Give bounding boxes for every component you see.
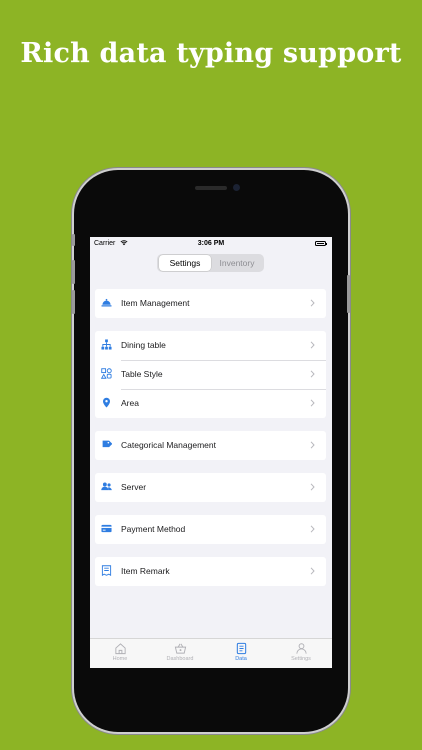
people-icon <box>101 481 112 492</box>
home-icon <box>114 643 126 655</box>
shapes-icon <box>101 368 112 379</box>
tab-dashboard[interactable]: Dashboard <box>150 642 210 662</box>
settings-group: Server <box>95 473 326 502</box>
chevron-right-icon <box>310 483 315 491</box>
settings-group: Categorical Management <box>95 431 326 460</box>
tab-label: Settings <box>291 656 311 662</box>
row-item-management[interactable]: Item Management <box>95 289 326 318</box>
row-label: Categorical Management <box>121 440 216 450</box>
phone-power-button <box>347 275 350 313</box>
tab-label: Home <box>112 656 128 662</box>
chevron-right-icon <box>310 567 315 575</box>
headline: Rich data typing support <box>20 38 402 69</box>
settings-group: Item Remark <box>95 557 326 586</box>
row-label: Dining table <box>121 340 166 350</box>
chevron-right-icon <box>310 525 315 533</box>
tab-bar: Home Dashboard Data Settings <box>90 638 332 668</box>
tab-label: Dashboard <box>166 656 194 662</box>
tags-icon <box>101 439 112 450</box>
row-item-remark[interactable]: Item Remark <box>95 557 326 586</box>
row-label: Item Remark <box>121 566 170 576</box>
document-icon <box>236 642 246 655</box>
settings-group: Payment Method <box>95 515 326 544</box>
status-time: 3:06 PM <box>197 240 225 247</box>
chevron-right-icon <box>310 341 315 349</box>
row-categorical-management[interactable]: Categorical Management <box>95 431 326 460</box>
person-icon <box>295 643 307 654</box>
tab-data[interactable]: Data <box>211 642 271 662</box>
chevron-right-icon <box>310 399 315 407</box>
phone-silent-switch <box>72 234 75 246</box>
settings-group: Item Management <box>95 289 326 318</box>
row-area[interactable]: Area <box>95 389 326 418</box>
row-label: Item Management <box>121 298 190 308</box>
app-screen: Carrier 3:06 PM Settings Inventory Item … <box>90 237 332 668</box>
chevron-right-icon <box>310 299 315 307</box>
segment-settings[interactable]: Settings <box>159 255 211 271</box>
credit-card-icon <box>101 523 112 534</box>
row-table-style[interactable]: Table Style <box>95 360 326 389</box>
basket-icon <box>174 643 186 654</box>
chevron-right-icon <box>310 441 315 449</box>
row-label: Table Style <box>121 369 163 379</box>
hierarchy-icon <box>101 339 112 350</box>
row-label: Payment Method <box>121 524 186 534</box>
chevron-right-icon <box>310 370 315 378</box>
row-label: Server <box>121 482 147 492</box>
tab-label: Data <box>235 656 247 662</box>
location-pin-icon <box>101 397 112 408</box>
tab-home[interactable]: Home <box>90 642 150 662</box>
phone-speaker <box>195 186 227 190</box>
row-label: Area <box>121 398 139 408</box>
battery-icon <box>315 241 327 246</box>
phone-volume-up <box>72 260 75 284</box>
tab-settings[interactable]: Settings <box>271 642 331 662</box>
segment-inventory[interactable]: Inventory <box>211 255 263 271</box>
phone-volume-down <box>72 290 75 314</box>
row-server[interactable]: Server <box>95 473 326 502</box>
phone-camera <box>233 184 240 191</box>
dish-cover-icon <box>101 297 112 308</box>
segmented-control: Settings Inventory <box>157 254 264 272</box>
status-bar: Carrier 3:06 PM <box>90 237 332 251</box>
settings-group: Dining table Table Style Area <box>95 331 326 418</box>
receipt-icon <box>101 565 112 576</box>
row-payment-method[interactable]: Payment Method <box>95 515 326 544</box>
row-dining-table[interactable]: Dining table <box>95 331 326 360</box>
